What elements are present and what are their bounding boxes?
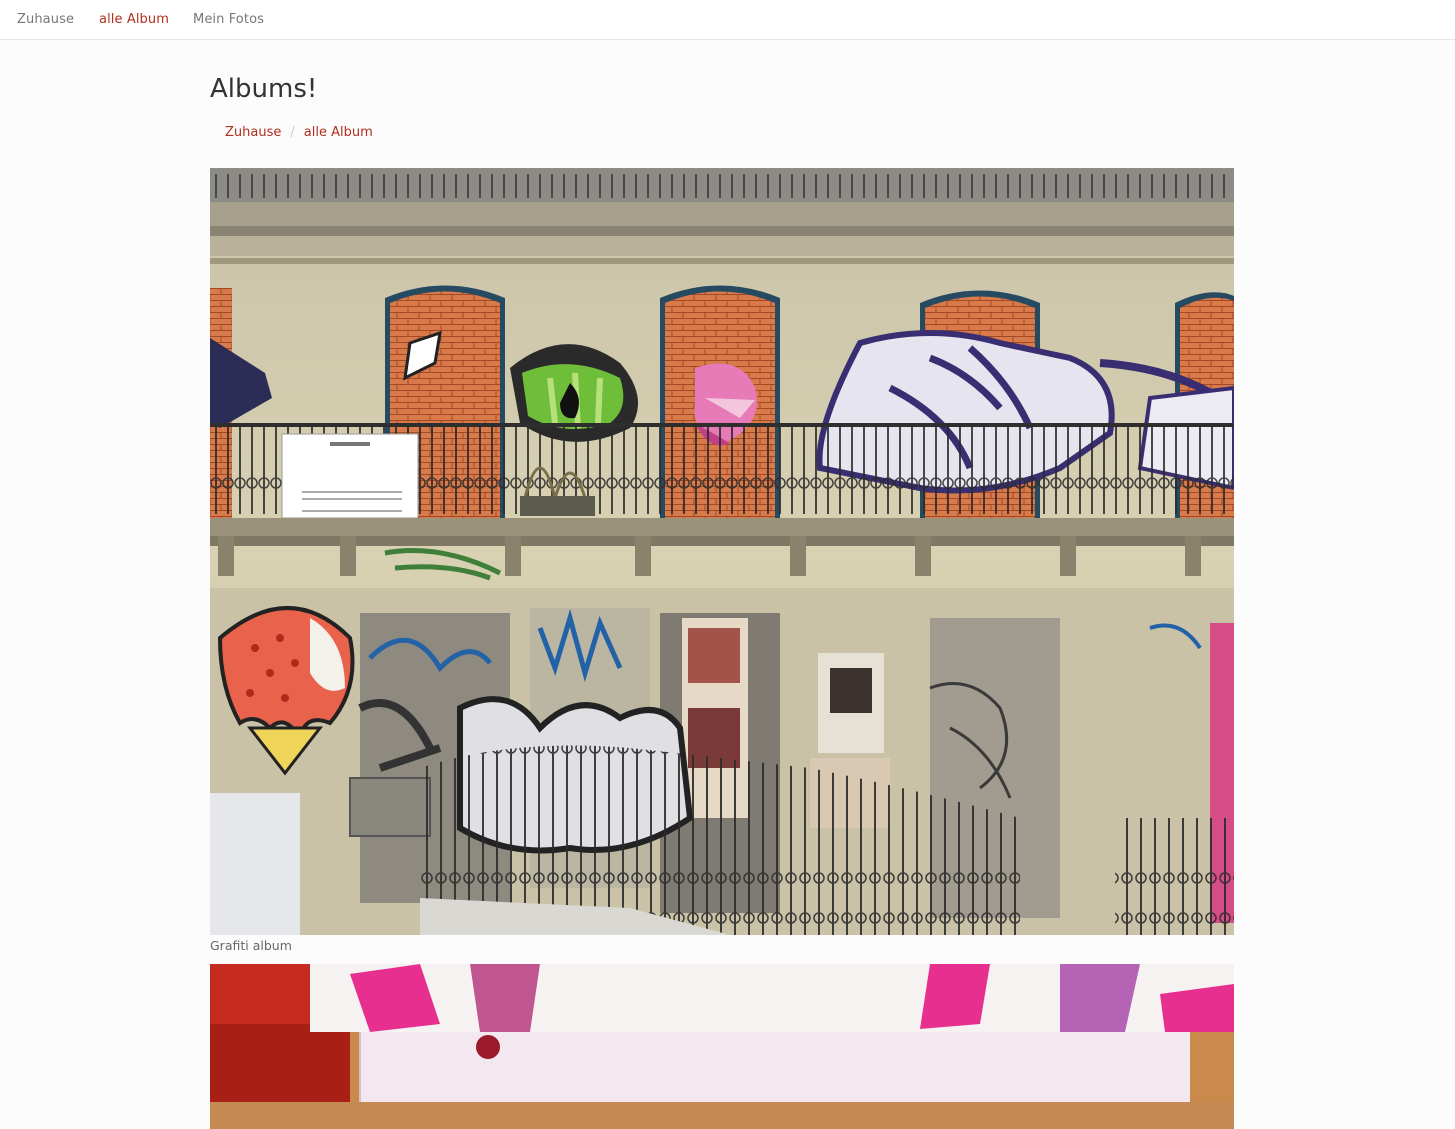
breadcrumb-home-link[interactable]: Zuhause [225,125,281,140]
album-card-baking[interactable] [210,964,1234,1129]
top-navbar: Zuhause alle Album Mein Fotos [0,0,1455,40]
breadcrumb-albums-link[interactable]: alle Album [304,125,373,140]
page-title: Albums! [210,74,318,104]
album-card-grafiti[interactable]: Grafiti album [210,168,1234,953]
nav-link-home[interactable]: Zuhause [17,12,74,27]
nav-link-albums[interactable]: alle Album [99,12,169,27]
breadcrumb-separator: / [290,125,295,140]
breadcrumb: Zuhause / alle Album [225,125,373,140]
album-cover-image-grafiti[interactable] [210,168,1234,935]
album-cover-image-baking[interactable] [210,964,1234,1129]
nav-link-photos[interactable]: Mein Fotos [193,12,264,27]
album-caption-grafiti: Grafiti album [210,938,292,953]
